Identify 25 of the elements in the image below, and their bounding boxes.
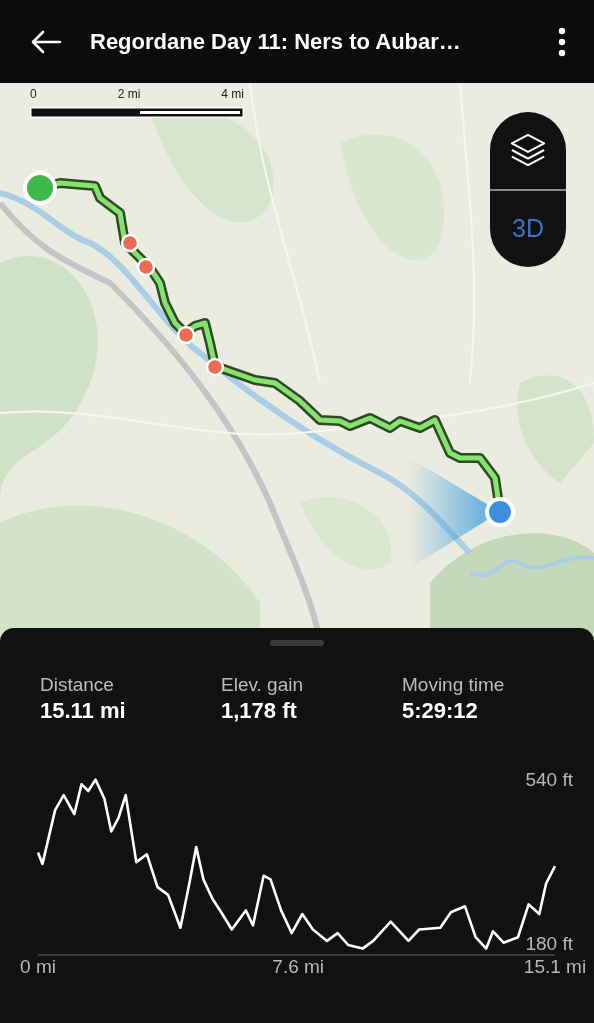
scale-label: 2 mi [117, 86, 141, 103]
axis-label: 0 mi [20, 956, 56, 977]
route-title: Regordane Day 11: Ners to Aubar… [90, 28, 462, 55]
axis-label: 7.6 mi [272, 956, 325, 977]
start-marker[interactable] [23, 171, 57, 205]
stat-label: Moving time [402, 674, 506, 696]
axis-label: 540 ft [525, 769, 573, 791]
axis-label: 15.1 mi [523, 956, 587, 977]
more-icon[interactable] [558, 26, 566, 57]
waypoint-marker[interactable] [136, 257, 156, 277]
waypoint-marker[interactable] [176, 325, 196, 345]
scale-label: 4 mi [221, 86, 244, 103]
waypoint-marker[interactable] [120, 233, 140, 253]
stat-value: 5:29:12 [402, 698, 479, 724]
location-marker [485, 497, 515, 527]
axis-label: 180 ft [525, 933, 573, 955]
waypoint-marker[interactable] [205, 357, 225, 377]
scale-label: 0 [30, 86, 37, 103]
back-icon[interactable] [30, 29, 62, 54]
stat-value: 15.11 mi [40, 698, 127, 724]
stat-label: Elev. gain [221, 674, 305, 696]
drag-handle[interactable] [270, 640, 324, 646]
3d-button[interactable]: 3D [490, 190, 566, 267]
stat-value: 1,178 ft [221, 698, 298, 724]
stat-label: Distance [40, 674, 115, 696]
